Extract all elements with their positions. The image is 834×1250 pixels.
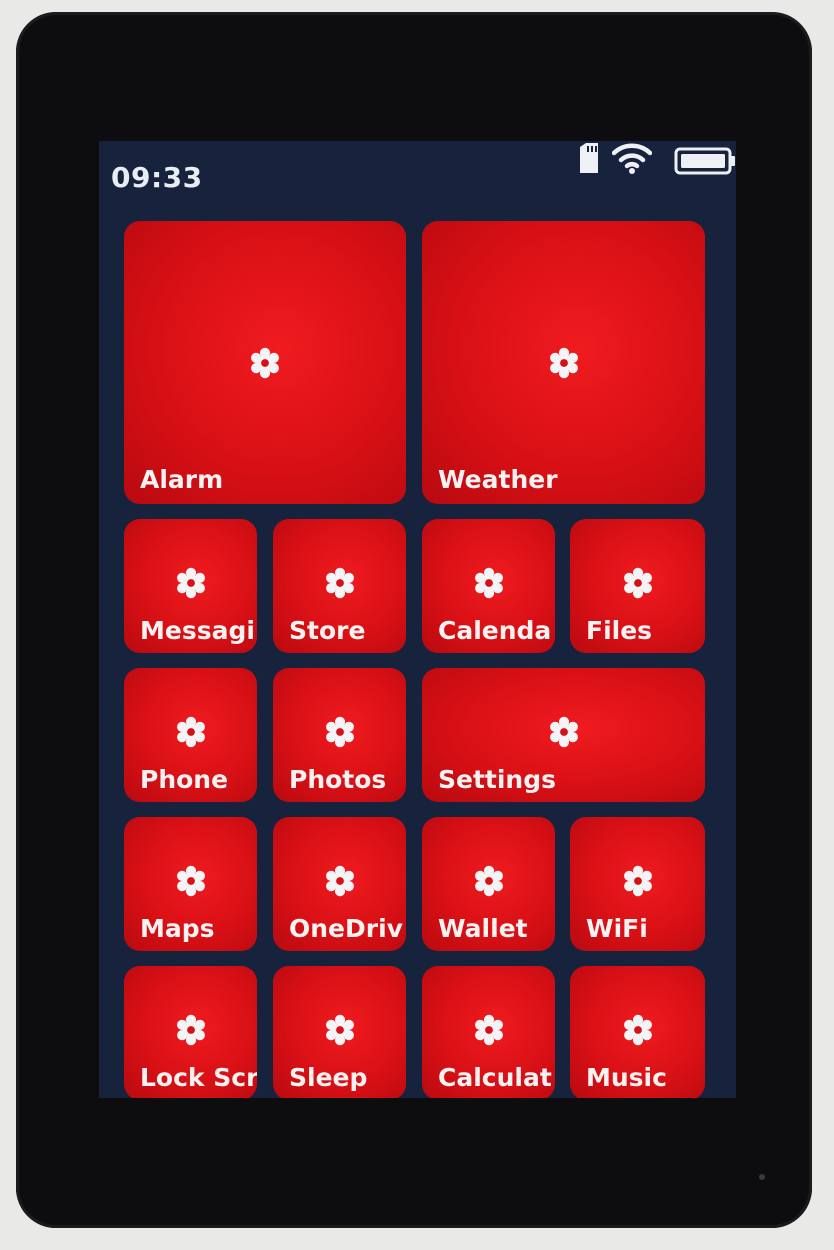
tile-label: OneDriv: [289, 914, 403, 943]
tile-wallet[interactable]: Wallet: [422, 817, 555, 951]
tile-label: Wallet: [438, 914, 528, 943]
sd-card-icon: [578, 143, 600, 177]
tile-label: Phone: [140, 765, 229, 794]
gear-icon: [546, 345, 582, 381]
gear-icon: [322, 714, 358, 750]
tile-label: Weather: [438, 465, 558, 494]
battery-icon: [674, 147, 736, 179]
tile-label: Settings: [438, 765, 557, 794]
gear-icon: [620, 565, 656, 601]
tile-label: Store: [289, 616, 366, 645]
tile-label: Alarm: [140, 465, 224, 494]
tile-alarm[interactable]: Alarm: [124, 221, 406, 504]
tile-label: Sleep: [289, 1063, 368, 1092]
tile-weather[interactable]: Weather: [422, 221, 705, 504]
tile-label: Calculat: [438, 1063, 552, 1092]
gear-icon: [546, 714, 582, 750]
tile-label: WiFi: [586, 914, 648, 943]
gear-icon: [471, 1012, 507, 1048]
tile-label: Calenda: [438, 616, 552, 645]
tile-label: Files: [586, 616, 653, 645]
tile-label: Maps: [140, 914, 215, 943]
status-time: 09:33: [111, 161, 203, 194]
tile-settings[interactable]: Settings: [422, 668, 705, 802]
tile-store[interactable]: Store: [273, 519, 406, 653]
tile-lock-screen[interactable]: Lock Scr: [124, 966, 257, 1098]
tile-sleep[interactable]: Sleep: [273, 966, 406, 1098]
tile-label: Photos: [289, 765, 387, 794]
tile-calendar[interactable]: Calenda: [422, 519, 555, 653]
tile-wifi[interactable]: WiFi: [570, 817, 705, 951]
gear-icon: [620, 1012, 656, 1048]
tile-label: Music: [586, 1063, 667, 1092]
tile-files[interactable]: Files: [570, 519, 705, 653]
gear-icon: [471, 863, 507, 899]
gear-icon: [471, 565, 507, 601]
tile-music[interactable]: Music: [570, 966, 705, 1098]
tile-maps[interactable]: Maps: [124, 817, 257, 951]
tile-photos[interactable]: Photos: [273, 668, 406, 802]
wifi-icon: [611, 141, 653, 179]
tile-calculator[interactable]: Calculat: [422, 966, 555, 1098]
home-screen: 09:33 Alarm Weather Messagi Store Calend…: [99, 141, 736, 1098]
gear-icon: [173, 714, 209, 750]
gear-icon: [173, 863, 209, 899]
gear-icon: [620, 863, 656, 899]
gear-icon: [247, 345, 283, 381]
camera-dot: [759, 1174, 765, 1180]
gear-icon: [322, 1012, 358, 1048]
gear-icon: [173, 565, 209, 601]
tile-messaging[interactable]: Messagi: [124, 519, 257, 653]
tile-phone[interactable]: Phone: [124, 668, 257, 802]
gear-icon: [322, 565, 358, 601]
status-bar: 09:33: [99, 141, 736, 211]
gear-icon: [173, 1012, 209, 1048]
tile-onedrive[interactable]: OneDriv: [273, 817, 406, 951]
tile-label: Messagi: [140, 616, 255, 645]
gear-icon: [322, 863, 358, 899]
tile-label: Lock Scr: [140, 1063, 257, 1092]
